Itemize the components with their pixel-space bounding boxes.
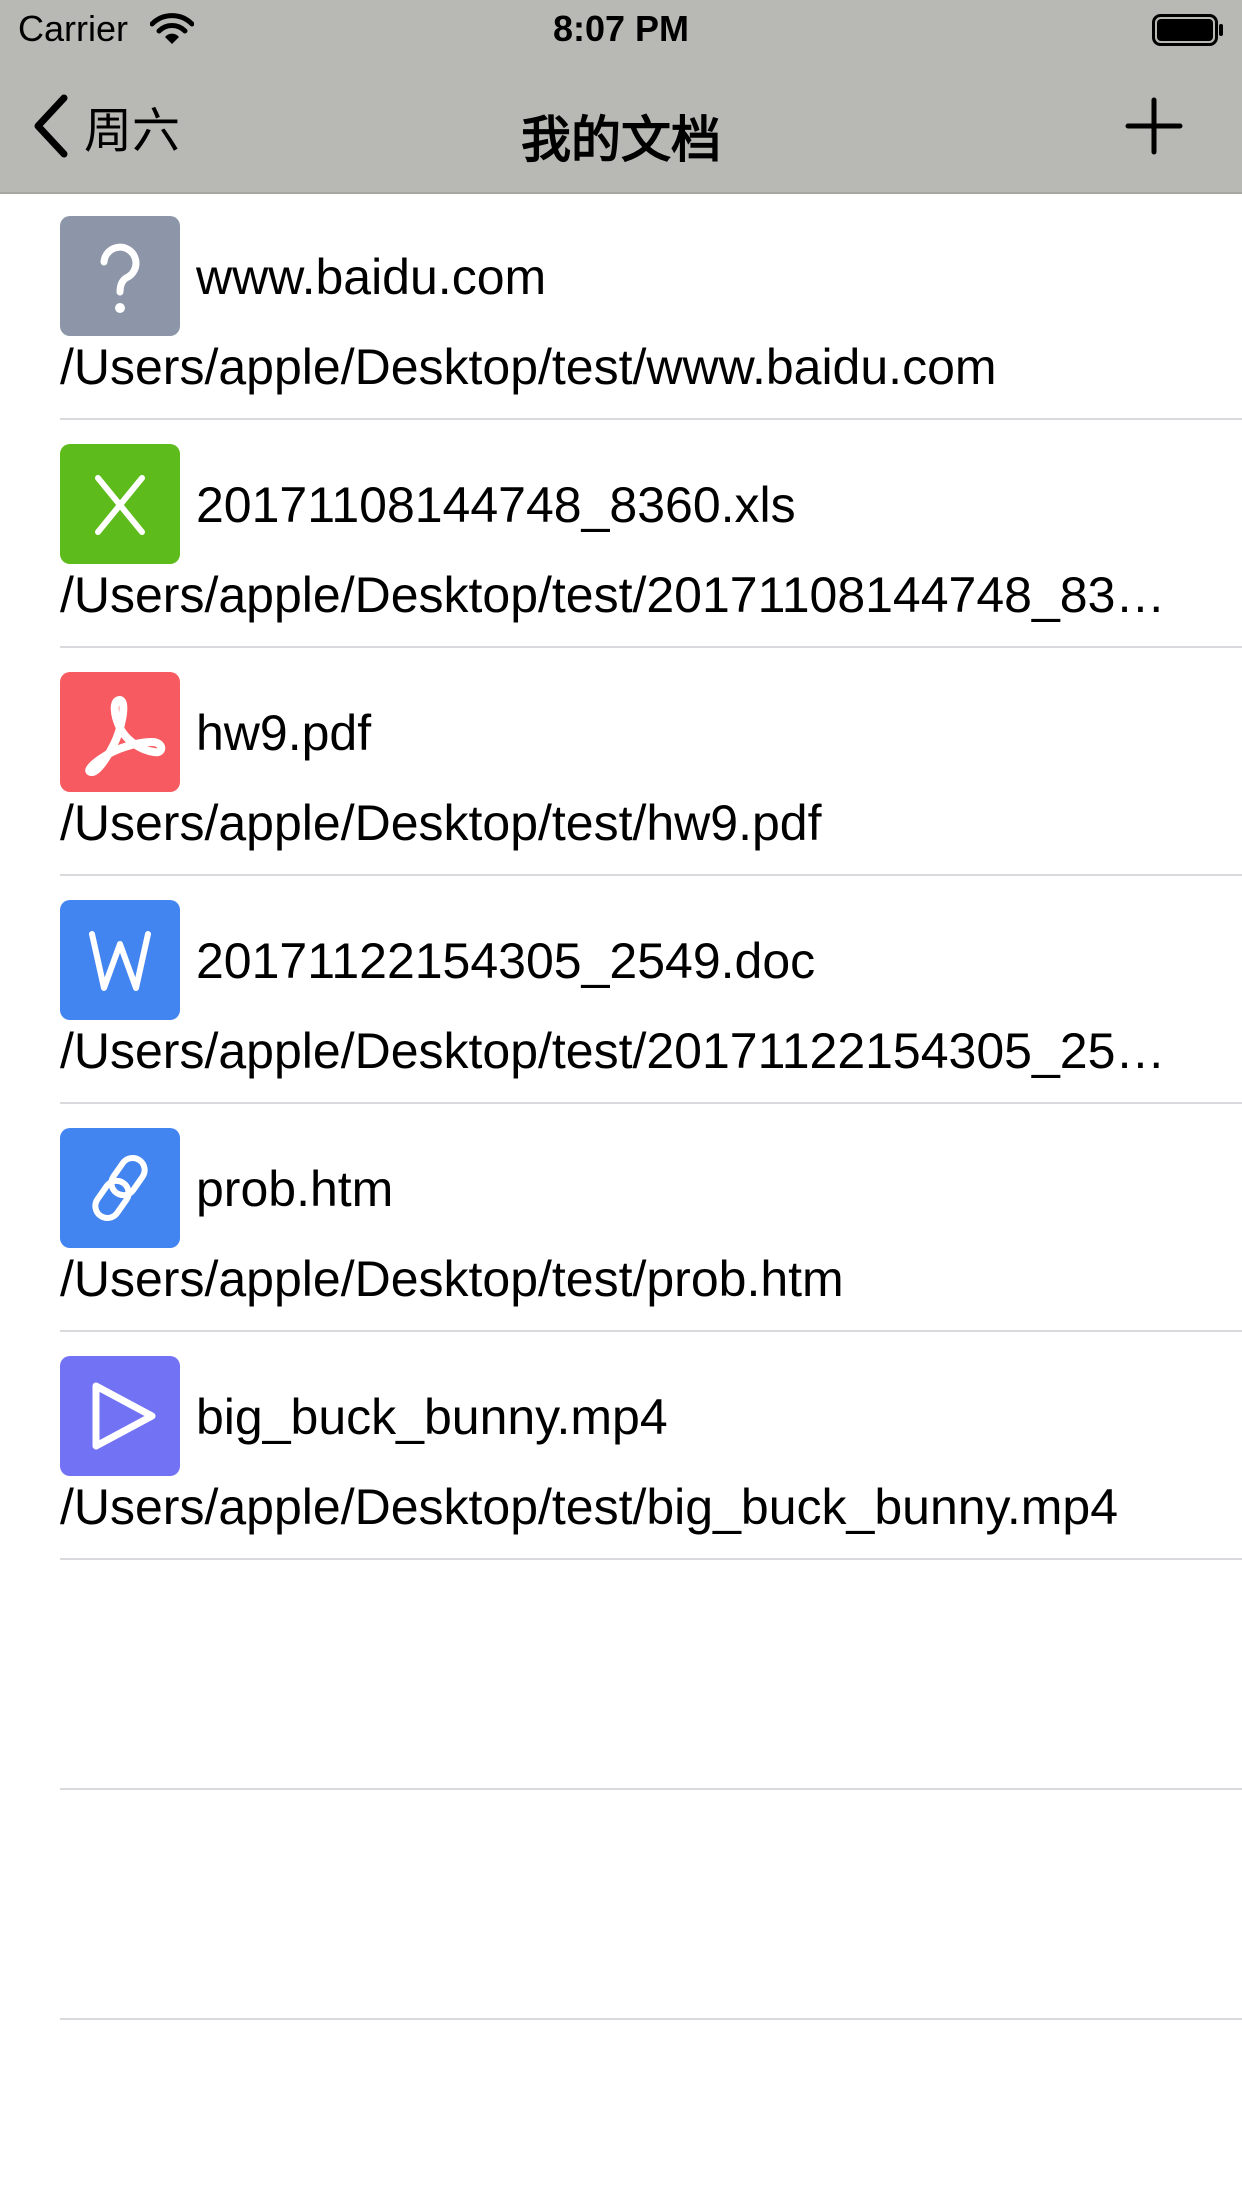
file-path: /Users/apple/Desktop/test/prob.htm	[60, 1251, 844, 1307]
file-list: www.baidu.com /Users/apple/Desktop/test/…	[0, 192, 1242, 2020]
top-bar: Carrier 8:07 PM 周六 我的文档	[0, 0, 1242, 194]
file-row[interactable]: www.baidu.com /Users/apple/Desktop/test/…	[0, 192, 1242, 420]
excel-icon	[60, 444, 180, 564]
navigation-bar: 周六 我的文档	[0, 60, 1242, 192]
file-name: prob.htm	[196, 1161, 394, 1217]
empty-row	[0, 1790, 1242, 2020]
file-name: big_buck_bunny.mp4	[196, 1389, 668, 1445]
file-name: 20171122154305_2549.doc	[196, 933, 816, 989]
status-bar: Carrier 8:07 PM	[0, 0, 1242, 60]
file-path: /Users/apple/Desktop/test/20171108144748…	[60, 567, 1170, 623]
file-row[interactable]: hw9.pdf /Users/apple/Desktop/test/hw9.pd…	[0, 648, 1242, 876]
file-row[interactable]: prob.htm /Users/apple/Desktop/test/prob.…	[0, 1104, 1242, 1332]
file-name: www.baidu.com	[196, 249, 547, 305]
pdf-icon	[60, 672, 180, 792]
file-name: hw9.pdf	[196, 705, 372, 761]
page-title: 我的文档	[521, 112, 721, 168]
file-path: /Users/apple/Desktop/test/hw9.pdf	[60, 795, 822, 851]
file-name: 20171108144748_8360.xls	[196, 477, 796, 533]
video-icon	[60, 1356, 180, 1476]
file-row[interactable]: 20171108144748_8360.xls /Users/apple/Des…	[0, 420, 1242, 648]
file-path: /Users/apple/Desktop/test/20171122154305…	[60, 1023, 1170, 1079]
battery-icon	[1152, 14, 1223, 46]
file-row[interactable]: 20171122154305_2549.doc /Users/apple/Des…	[0, 876, 1242, 1104]
empty-row	[0, 1560, 1242, 1790]
word-icon	[60, 900, 180, 1020]
unknown-file-icon	[60, 216, 180, 336]
status-time: 8:07 PM	[552, 8, 690, 49]
file-row[interactable]: big_buck_bunny.mp4 /Users/apple/Desktop/…	[0, 1332, 1242, 1560]
file-path: /Users/apple/Desktop/test/www.baidu.com	[60, 339, 997, 395]
file-path: /Users/apple/Desktop/test/big_buck_bunny…	[60, 1479, 1119, 1535]
link-icon	[60, 1128, 180, 1248]
screen: Carrier 8:07 PM 周六 我的文档 www.baidu.com /U…	[0, 0, 1242, 2208]
plus-icon[interactable]	[1124, 96, 1184, 156]
